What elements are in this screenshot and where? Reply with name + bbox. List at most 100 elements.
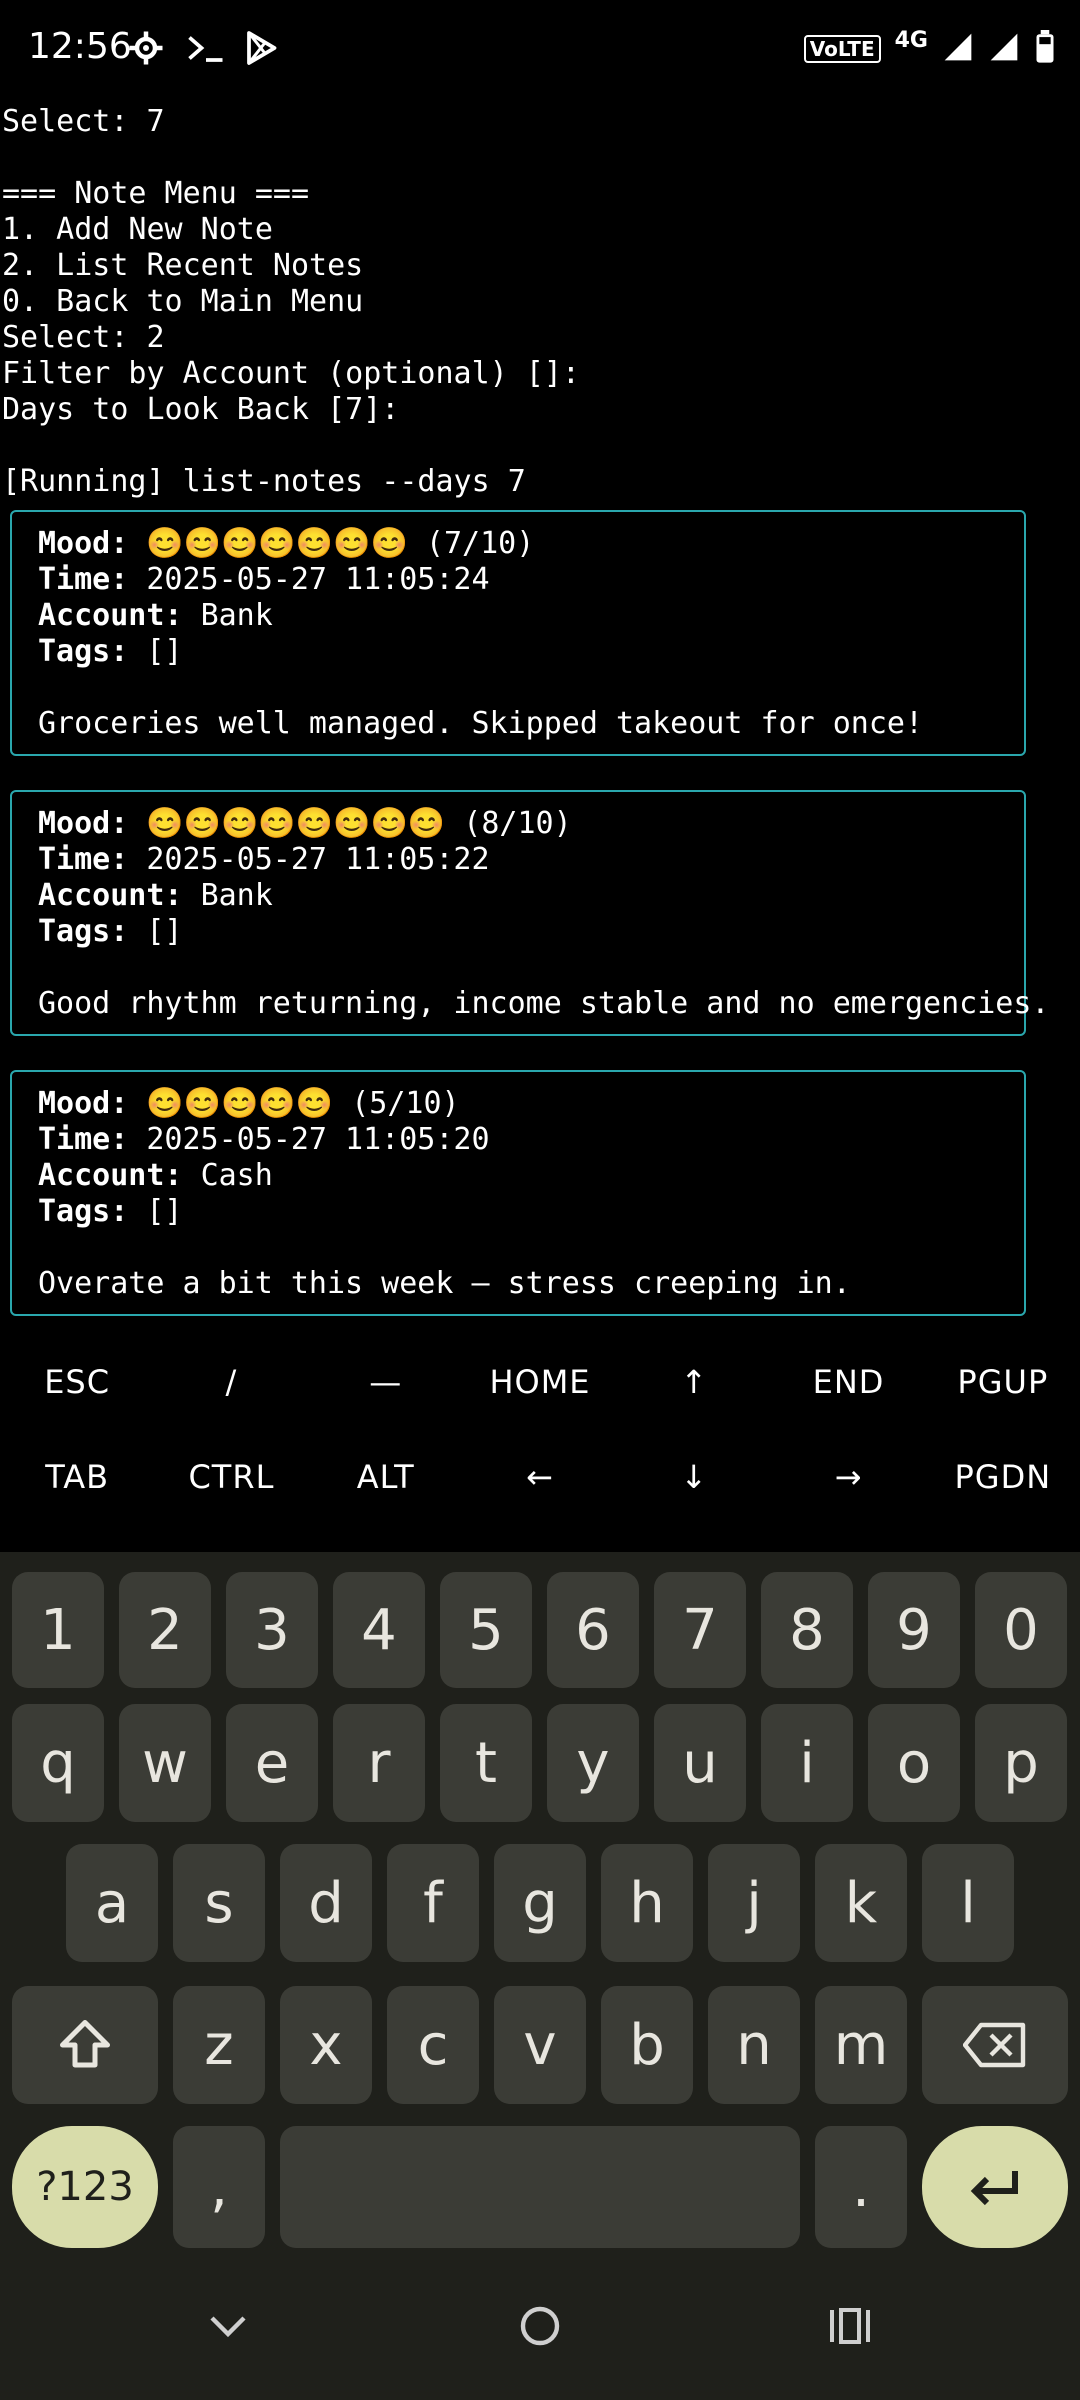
key-y[interactable]: y [547, 1704, 639, 1822]
key-4[interactable]: 4 [333, 1572, 425, 1688]
note-tags: [] [146, 1194, 183, 1229]
comma-key[interactable]: , [173, 2126, 265, 2248]
key-j[interactable]: j [708, 1844, 800, 1962]
terminal-output[interactable]: Select: 7 === Note Menu === 1. Add New N… [0, 104, 1080, 1334]
hide-keyboard-chevron-down-icon[interactable] [204, 2302, 252, 2354]
signal-icon-2 [988, 31, 1020, 67]
enter-key[interactable] [922, 2126, 1068, 2248]
key-r[interactable]: r [333, 1704, 425, 1822]
alt-key[interactable]: ALT [309, 1458, 463, 1496]
space-bar[interactable] [280, 2126, 800, 2248]
key-2[interactable]: 2 [119, 1572, 211, 1688]
key-u[interactable]: u [654, 1704, 746, 1822]
symbols-key[interactable]: ?123 [12, 2126, 158, 2248]
note-account: Bank [200, 878, 273, 913]
terminal-line: 0. Back to Main Menu [2, 284, 364, 319]
period-key[interactable]: . [815, 2126, 907, 2248]
account-label: Account: [38, 878, 183, 913]
key-w[interactable]: w [119, 1704, 211, 1822]
key-6[interactable]: 6 [547, 1572, 639, 1688]
key-7[interactable]: 7 [654, 1572, 746, 1688]
slash-key[interactable]: / [154, 1363, 308, 1401]
key-f[interactable]: f [387, 1844, 479, 1962]
key-e[interactable]: e [226, 1704, 318, 1822]
time-label: Time: [38, 1122, 129, 1157]
soft-keyboard: 1 2 3 4 5 6 7 8 9 0 q w e r t y u i o p … [0, 1552, 1080, 2264]
key-l[interactable]: l [922, 1844, 1014, 1962]
key-c[interactable]: c [387, 1986, 479, 2104]
key-k[interactable]: k [815, 1844, 907, 1962]
key-h[interactable]: h [601, 1844, 693, 1962]
note-account: Bank [200, 598, 273, 633]
key-3[interactable]: 3 [226, 1572, 318, 1688]
recents-icon[interactable] [826, 2302, 874, 2354]
mood-label: Mood: [38, 806, 129, 841]
volte-badge: VoLTE [803, 35, 881, 63]
terminal-prompt-icon [186, 30, 226, 70]
key-8[interactable]: 8 [761, 1572, 853, 1688]
right-arrow-key[interactable]: → [771, 1458, 925, 1496]
home-circle-icon[interactable] [516, 2302, 564, 2354]
up-arrow-key[interactable]: ↑ [617, 1363, 771, 1401]
key-g[interactable]: g [494, 1844, 586, 1962]
key-s[interactable]: s [173, 1844, 265, 1962]
shift-key[interactable] [12, 1986, 158, 2104]
terminal-line: 2. List Recent Notes [2, 248, 364, 283]
note-tags: [] [146, 634, 183, 669]
key-1[interactable]: 1 [12, 1572, 104, 1688]
note-time: 2025-05-27 11:05:24 [146, 562, 490, 597]
mood-score: (7/10) [425, 526, 535, 561]
key-z[interactable]: z [173, 1986, 265, 2104]
tags-label: Tags: [38, 914, 129, 949]
note-time: 2025-05-27 11:05:22 [146, 842, 490, 877]
tags-label: Tags: [38, 1194, 129, 1229]
end-key[interactable]: END [771, 1363, 925, 1401]
dash-key[interactable]: — [309, 1363, 463, 1401]
left-arrow-key[interactable]: ← [463, 1458, 617, 1496]
pgup-key[interactable]: PGUP [926, 1363, 1080, 1401]
note-tags: [] [146, 914, 183, 949]
key-b[interactable]: b [601, 1986, 693, 2104]
extra-keys-bar: ESC / — HOME ↑ END PGUP TAB CTRL ALT ← ↓… [0, 1334, 1080, 1552]
esc-key[interactable]: ESC [0, 1363, 154, 1401]
key-9[interactable]: 9 [868, 1572, 960, 1688]
mood-emoji: 😊😊😊😊😊 [146, 1086, 334, 1121]
backspace-key[interactable] [922, 1986, 1068, 2104]
key-p[interactable]: p [975, 1704, 1067, 1822]
status-right-group: VoLTE 4G [803, 27, 1056, 68]
note-text: Groceries well managed. Skipped takeout … [38, 706, 924, 741]
key-d[interactable]: d [280, 1844, 372, 1962]
key-n[interactable]: n [708, 1986, 800, 2104]
network-type-label: 4G [894, 27, 928, 53]
key-t[interactable]: t [440, 1704, 532, 1822]
settings-gear-icon [128, 30, 164, 70]
key-x[interactable]: x [280, 1986, 372, 2104]
play-store-icon [244, 30, 278, 70]
terminal-line: === Note Menu === [2, 176, 310, 211]
key-i[interactable]: i [761, 1704, 853, 1822]
key-5[interactable]: 5 [440, 1572, 532, 1688]
key-0[interactable]: 0 [975, 1572, 1067, 1688]
pgdn-key[interactable]: PGDN [926, 1458, 1080, 1496]
key-a[interactable]: a [66, 1844, 158, 1962]
battery-icon [1034, 30, 1056, 68]
mood-score: (5/10) [351, 1086, 460, 1121]
note-card: Mood: 😊😊😊😊😊😊😊 (7/10) Time: 2025-05-27 11… [10, 510, 1026, 756]
time-label: Time: [38, 562, 129, 597]
key-v[interactable]: v [494, 1986, 586, 2104]
tab-key[interactable]: TAB [0, 1458, 154, 1496]
mood-label: Mood: [38, 526, 129, 561]
tags-label: Tags: [38, 634, 129, 669]
key-q[interactable]: q [12, 1704, 104, 1822]
down-arrow-key[interactable]: ↓ [617, 1458, 771, 1496]
terminal-line: Filter by Account (optional) []: [2, 356, 580, 391]
key-o[interactable]: o [868, 1704, 960, 1822]
key-m[interactable]: m [815, 1986, 907, 2104]
ctrl-key[interactable]: CTRL [154, 1458, 308, 1496]
terminal-line: [Running] list-notes --days 7 [2, 464, 526, 499]
mood-label: Mood: [38, 1086, 129, 1121]
terminal-line: Select: 7 [2, 104, 165, 139]
home-key[interactable]: HOME [463, 1363, 617, 1401]
note-text: Good rhythm returning, income stable and… [38, 986, 1050, 1021]
